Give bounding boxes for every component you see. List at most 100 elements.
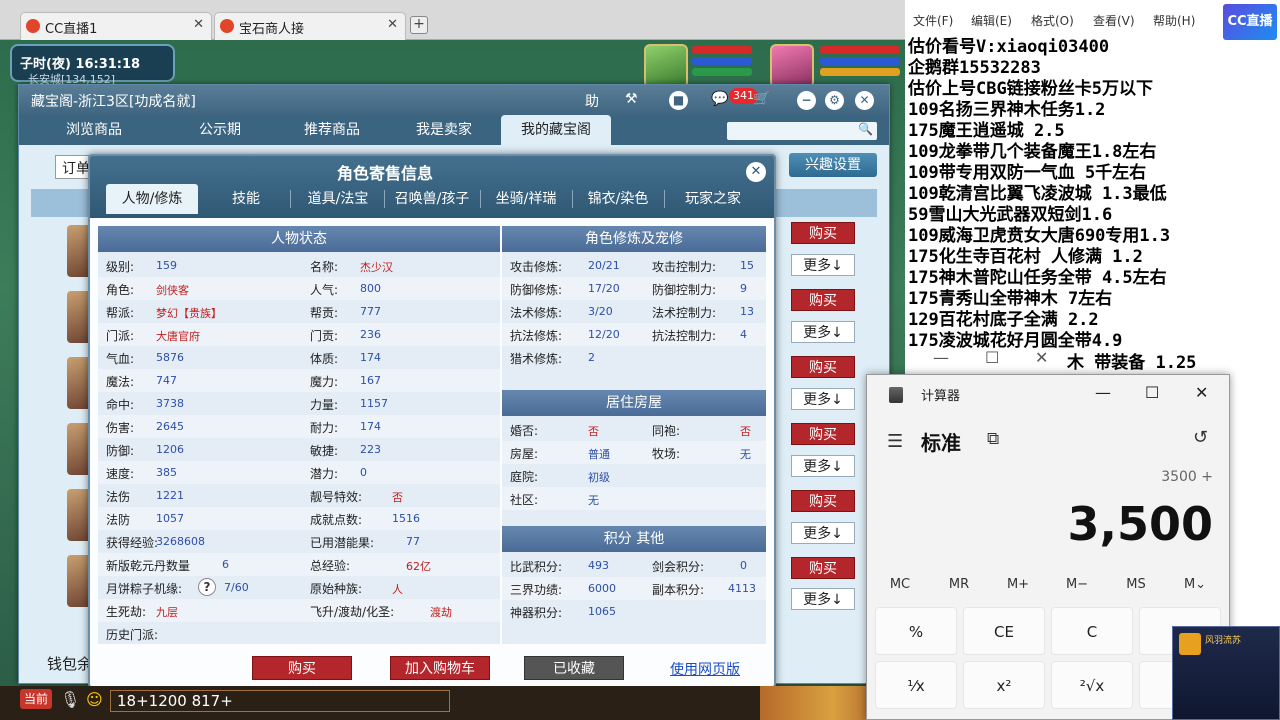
hammer-icon[interactable]: ⚒ (625, 91, 638, 107)
more-button[interactable]: 更多↓ (791, 588, 855, 610)
stat-value: 1516 (392, 512, 420, 525)
right-label: 庭院: (510, 470, 539, 484)
memory-key[interactable]: MC (871, 577, 929, 592)
stat-value: 747 (156, 374, 177, 387)
calc-key[interactable]: CE (963, 607, 1045, 655)
tab-character[interactable]: 人物/修炼 (106, 184, 198, 214)
help-button[interactable]: 助 (585, 91, 599, 111)
buy-button[interactable]: 购买 (791, 222, 855, 244)
calc-key[interactable]: C (1051, 607, 1133, 655)
menu-format[interactable]: 格式(O) (1031, 12, 1074, 29)
stat-label: 体质: (310, 352, 339, 366)
close-icon[interactable]: ✕ (746, 162, 766, 182)
player-status-bars (820, 46, 900, 79)
close-icon[interactable]: ✕ (1195, 383, 1208, 402)
maximize-icon[interactable]: ☐ (985, 348, 999, 367)
interest-settings-button[interactable]: 兴趣设置 (789, 153, 877, 177)
right-value: 3/20 (588, 305, 613, 318)
more-button[interactable]: 更多↓ (791, 522, 855, 544)
close-tab-icon[interactable]: ✕ (193, 17, 204, 32)
more-button[interactable]: 更多↓ (791, 455, 855, 477)
minimize-icon[interactable]: — (933, 348, 949, 367)
settings-icon[interactable]: ⚙ (825, 91, 844, 110)
stat-value: 174 (360, 420, 381, 433)
browser-tab-gem-merchant[interactable]: 宝石商人接 ✕ (214, 12, 406, 40)
close-icon[interactable]: ✕ (855, 91, 874, 110)
right-value: 6000 (588, 582, 616, 595)
buy-button[interactable]: 购买 (791, 356, 855, 378)
menu-view[interactable]: 查看(V) (1093, 12, 1135, 29)
chat-icon[interactable]: 💬 (711, 91, 728, 107)
player-avatar[interactable] (770, 44, 814, 88)
collected-button[interactable]: 已收藏 (524, 656, 624, 680)
minimize-icon[interactable]: — (1095, 383, 1111, 402)
web-version-link[interactable]: 使用网页版 (670, 659, 740, 679)
keep-on-top-icon[interactable]: ⧉ (987, 429, 999, 449)
close-tab-icon[interactable]: ✕ (387, 17, 398, 32)
tab-player-home[interactable]: 玩家之家 (668, 184, 758, 214)
menu-edit[interactable]: 编辑(E) (971, 12, 1012, 29)
calc-key[interactable]: ¹⁄x (875, 661, 957, 709)
buy-button[interactable]: 购买 (252, 656, 352, 680)
stat-label: 总经验: (310, 559, 351, 573)
tab-skills[interactable]: 技能 (208, 184, 284, 214)
tab-summons[interactable]: 召唤兽/孩子 (388, 184, 476, 214)
tab-outfits[interactable]: 锦衣/染色 (576, 184, 660, 214)
tab-mounts[interactable]: 坐骑/祥瑞 (484, 184, 568, 214)
menu-help[interactable]: 帮助(H) (1153, 12, 1195, 29)
tab-items[interactable]: 道具/法宝 (296, 184, 380, 214)
browser-tab-cc-live[interactable]: CC直播1 ✕ (20, 12, 212, 40)
calculator-display: 3,500 (1067, 497, 1213, 551)
nav-browse[interactable]: 浏览商品 (39, 115, 149, 145)
wallet-label: 钱包余 (47, 655, 93, 673)
viewer-name: 风羽流苏 (1205, 636, 1242, 646)
emoji-icon[interactable]: ☺ (86, 690, 103, 709)
right-label: 防御修炼: (510, 283, 563, 297)
hamburger-menu-icon[interactable]: ☰ (887, 431, 903, 452)
minimize-icon[interactable]: − (797, 91, 816, 110)
screen: { "browser": { "tabs": [ {"label": "CC直播… (0, 0, 1280, 720)
memory-key[interactable]: M− (1048, 577, 1106, 592)
close-icon[interactable]: ✕ (1035, 348, 1048, 367)
stat-value: 174 (360, 351, 381, 364)
stat-value: 777 (360, 305, 381, 318)
help-icon[interactable]: ? (198, 578, 216, 596)
game-logo-icon (220, 19, 234, 33)
right-value: 12/20 (588, 328, 620, 341)
calc-key[interactable]: ²√x (1051, 661, 1133, 709)
maximize-icon[interactable]: ☐ (1145, 383, 1159, 402)
more-button[interactable]: 更多↓ (791, 321, 855, 343)
nav-seller[interactable]: 我是卖家 (389, 115, 499, 145)
calc-key[interactable]: % (875, 607, 957, 655)
stat-value: 梦幻【贵族】 (156, 307, 222, 320)
buy-button[interactable]: 购买 (791, 423, 855, 445)
channel-current-tab[interactable]: 当前 (20, 689, 52, 709)
more-button[interactable]: 更多↓ (791, 254, 855, 276)
buy-button[interactable]: 购买 (791, 490, 855, 512)
calc-key[interactable]: x² (963, 661, 1045, 709)
memory-key[interactable]: M⌄ (1166, 577, 1224, 592)
chat-input[interactable]: 18+1200 817+ (110, 690, 450, 712)
new-tab-button[interactable]: + (410, 16, 428, 34)
score-header: 积分 其他 (502, 526, 766, 552)
history-icon[interactable]: ↺ (1193, 427, 1208, 448)
microphone-icon[interactable]: 🎙 (60, 690, 80, 709)
stop-icon[interactable]: ■ (669, 91, 688, 110)
more-button[interactable]: 更多↓ (791, 388, 855, 410)
memory-key[interactable]: M+ (989, 577, 1047, 592)
search-input[interactable]: 🔍 (727, 122, 877, 140)
cart-icon[interactable]: 🛒 (753, 91, 770, 107)
stat-value: 5876 (156, 351, 184, 364)
memory-key[interactable]: MR (930, 577, 988, 592)
nav-my-pavilion[interactable]: 我的藏宝阁 (501, 115, 611, 145)
menu-file[interactable]: 文件(F) (913, 12, 953, 29)
memory-key[interactable]: MS (1107, 577, 1165, 592)
pet-avatar[interactable] (644, 44, 688, 88)
right-label: 三界功绩: (510, 583, 563, 597)
add-to-cart-button[interactable]: 加入购物车 (390, 656, 490, 680)
nav-public[interactable]: 公示期 (165, 115, 275, 145)
search-icon[interactable]: 🔍 (858, 122, 873, 136)
buy-button[interactable]: 购买 (791, 289, 855, 311)
buy-button[interactable]: 购买 (791, 557, 855, 579)
nav-recommended[interactable]: 推荐商品 (277, 115, 387, 145)
